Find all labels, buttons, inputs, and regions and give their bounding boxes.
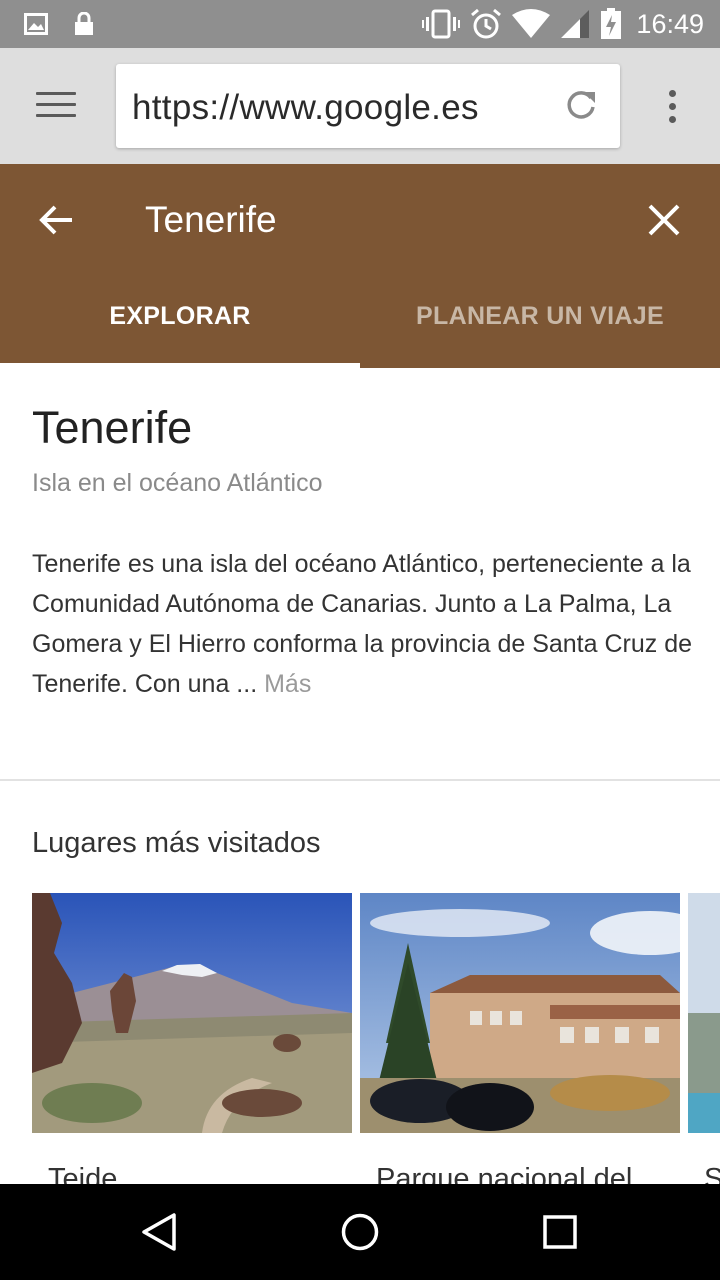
parque-nacional-photo [360, 893, 680, 1133]
lock-icon [75, 12, 93, 35]
back-triangle-icon[interactable] [140, 1212, 180, 1252]
home-circle-icon[interactable] [340, 1212, 380, 1252]
back-arrow-icon[interactable] [38, 202, 74, 238]
tab-explorar[interactable]: EXPLORAR [0, 302, 360, 331]
more-link[interactable]: Más [264, 670, 311, 698]
status-time: 16:49 [636, 8, 704, 39]
url-bar[interactable]: https://www.google.es [116, 64, 620, 148]
system-nav-bar [0, 1184, 720, 1280]
url-text[interactable]: https://www.google.es [132, 88, 479, 128]
place-card-parque-nacional[interactable]: Parque nacional del [360, 893, 680, 1185]
reload-icon[interactable] [564, 88, 598, 122]
entity-subtitle: Isla en el océano Atlántico [32, 469, 323, 497]
vibrate-icon [422, 9, 461, 39]
knowledge-panel: Tenerife Isla en el océano Atlántico Ten… [0, 368, 720, 780]
place-card-teide[interactable]: Teide [32, 893, 352, 1185]
battery-charging-icon [601, 8, 622, 39]
signal-icon [561, 10, 590, 38]
image-icon [24, 13, 48, 35]
wifi-icon [512, 9, 551, 38]
place-photo[interactable] [32, 893, 352, 1133]
search-header: Tenerife EXPLORAR PLANEAR UN VIAJE [0, 164, 720, 368]
overflow-menu-icon[interactable] [660, 90, 684, 130]
place-name[interactable]: Parque nacional del [376, 1163, 676, 1185]
place-photo[interactable] [360, 893, 680, 1133]
teide-photo [32, 893, 352, 1133]
alarm-icon [471, 8, 502, 39]
place-card-partial[interactable]: S [688, 893, 720, 1185]
place-photo[interactable] [688, 893, 720, 1133]
place-name[interactable]: S [704, 1163, 720, 1185]
entity-title: Tenerife [32, 402, 193, 453]
places-title: Lugares más visitados [32, 827, 321, 859]
recents-square-icon[interactable] [542, 1214, 578, 1250]
description-text: Tenerife es una isla del océano Atlántic… [32, 550, 693, 698]
entity-description: Tenerife es una isla del océano Atlántic… [32, 544, 692, 704]
partial-place-photo [688, 893, 720, 1133]
place-name[interactable]: Teide [48, 1163, 348, 1185]
status-bar: 16:49 [0, 0, 720, 48]
menu-icon[interactable] [36, 92, 76, 122]
popular-places-section: Lugares más visitados Teide Parque nacio… [0, 781, 720, 1185]
tab-planear-un-viaje[interactable]: PLANEAR UN VIAJE [360, 302, 720, 331]
search-query[interactable]: Tenerife [145, 199, 277, 241]
close-icon[interactable] [646, 202, 682, 238]
browser-toolbar: https://www.google.es [0, 48, 720, 164]
